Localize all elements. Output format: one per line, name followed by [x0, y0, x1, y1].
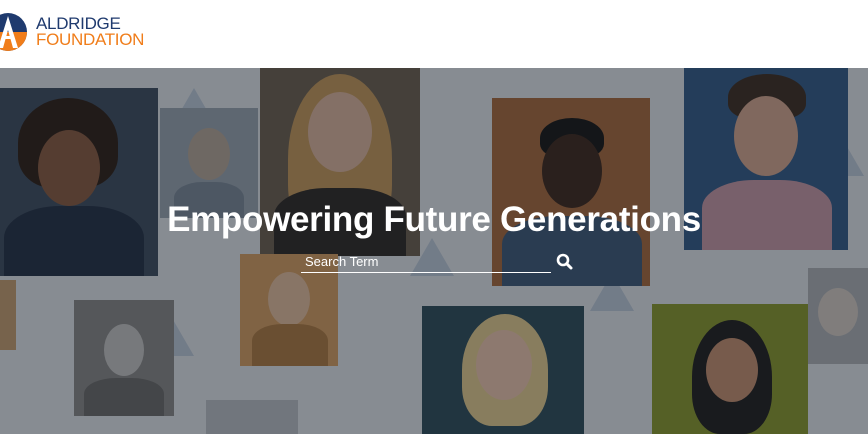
search-button[interactable] [555, 252, 575, 272]
logo-text-line2: FOUNDATION [36, 30, 145, 49]
site-logo[interactable]: ALDRIDGE FOUNDATION [0, 12, 144, 52]
site-header: ALDRIDGE FOUNDATION [0, 0, 868, 68]
logo-mark-icon [0, 13, 27, 51]
hero-title: Empowering Future Generations [167, 200, 701, 239]
search-input[interactable] [301, 251, 545, 271]
hero-banner: Empowering Future Generations [0, 68, 868, 434]
search-bar [301, 251, 551, 273]
search-icon [556, 253, 573, 270]
